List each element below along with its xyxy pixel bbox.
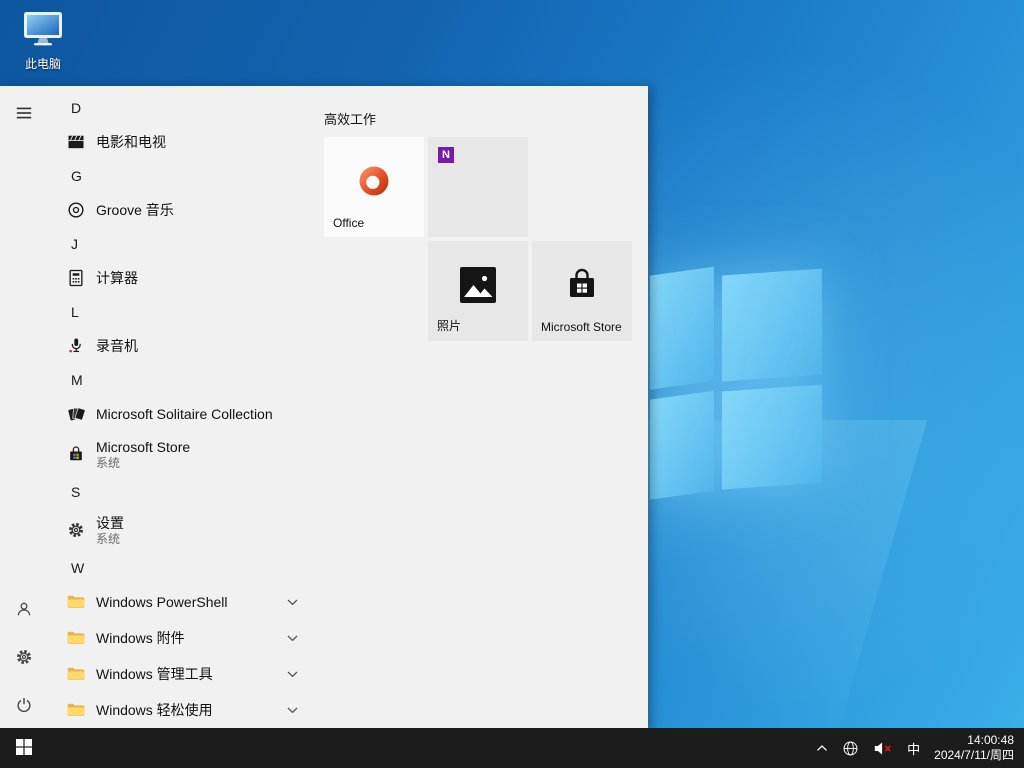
pinned-tiles-panel: 高效工作 Office N bbox=[324, 86, 640, 730]
app-section-s: S 设置 系统 bbox=[56, 476, 308, 552]
system-tray: 中 14:00:48 2024/7/11/周四 bbox=[816, 733, 1024, 763]
gear-icon bbox=[66, 520, 86, 540]
user-account-button[interactable] bbox=[0, 586, 48, 634]
folder-icon bbox=[66, 664, 86, 684]
chevron-down-icon[interactable] bbox=[287, 599, 298, 606]
solitaire-icon bbox=[66, 404, 86, 424]
app-item-settings[interactable]: 设置 系统 bbox=[56, 508, 308, 552]
start-button[interactable] bbox=[0, 728, 48, 768]
store-bag-icon bbox=[562, 266, 602, 304]
section-letter-l[interactable]: L bbox=[56, 296, 308, 328]
settings-button[interactable] bbox=[0, 634, 48, 682]
groove-music-icon bbox=[66, 200, 86, 220]
section-letter-g[interactable]: G bbox=[56, 160, 308, 192]
app-item-windows-powershell[interactable]: Windows PowerShell bbox=[56, 584, 308, 620]
clock-time: 14:00:48 bbox=[967, 733, 1014, 748]
windows-logo-pane bbox=[722, 269, 822, 382]
section-letter-j[interactable]: J bbox=[56, 228, 308, 260]
tray-overflow-chevron-icon[interactable] bbox=[816, 744, 828, 752]
gear-icon bbox=[14, 647, 34, 670]
app-item-microsoft-store[interactable]: Microsoft Store 系统 bbox=[56, 432, 308, 476]
desktop-icon-this-pc[interactable]: 此电脑 bbox=[14, 8, 72, 72]
windows-logo-icon bbox=[16, 739, 32, 758]
tile-label: Office bbox=[333, 216, 364, 230]
section-letter-m[interactable]: M bbox=[56, 364, 308, 396]
app-item-label: Microsoft Store bbox=[96, 439, 190, 456]
folder-icon bbox=[66, 700, 86, 720]
expand-menu-button[interactable] bbox=[0, 90, 48, 138]
movies-tv-icon bbox=[66, 132, 86, 152]
chevron-down-icon[interactable] bbox=[287, 707, 298, 714]
tile-office[interactable]: Office bbox=[324, 137, 424, 237]
chevron-down-icon[interactable] bbox=[287, 671, 298, 678]
app-item-label: 计算器 bbox=[96, 268, 138, 288]
app-section-m: M Microsoft Solitaire Collection bbox=[56, 364, 308, 476]
app-section-g: G Groove 音乐 bbox=[56, 160, 308, 228]
app-item-label: Windows 附件 bbox=[96, 628, 185, 648]
voice-recorder-icon bbox=[66, 336, 86, 356]
app-item-label: 设置 bbox=[96, 515, 124, 532]
app-item-windows-accessories[interactable]: Windows 附件 bbox=[56, 620, 308, 656]
taskbar: 中 14:00:48 2024/7/11/周四 bbox=[0, 728, 1024, 768]
office-icon bbox=[354, 161, 394, 201]
onenote-icon: N bbox=[438, 147, 454, 163]
tile-onenote[interactable]: N bbox=[428, 137, 528, 237]
app-item-windows-admin-tools[interactable]: Windows 管理工具 bbox=[56, 656, 308, 692]
tile-microsoft-store[interactable]: Microsoft Store bbox=[532, 241, 632, 341]
folder-icon bbox=[66, 592, 86, 612]
start-menu-rail bbox=[0, 86, 48, 730]
app-item-windows-ease-of-access[interactable]: Windows 轻松使用 bbox=[56, 692, 308, 728]
power-button[interactable] bbox=[0, 682, 48, 730]
section-letter-d[interactable]: D bbox=[56, 92, 308, 124]
windows-logo-pane bbox=[650, 391, 714, 500]
store-icon bbox=[66, 444, 86, 464]
ime-indicator[interactable]: 中 bbox=[907, 739, 920, 758]
power-icon bbox=[14, 695, 34, 718]
app-item-label: Windows PowerShell bbox=[96, 594, 228, 610]
desktop-icon-label: 此电脑 bbox=[25, 55, 61, 72]
rail-bottom-group bbox=[0, 586, 48, 730]
app-item-voice-recorder[interactable]: 录音机 bbox=[56, 328, 308, 364]
app-item-sublabel: 系统 bbox=[96, 532, 124, 546]
app-item-solitaire[interactable]: Microsoft Solitaire Collection bbox=[56, 396, 308, 432]
taskbar-clock[interactable]: 14:00:48 2024/7/11/周四 bbox=[934, 733, 1014, 763]
app-item-movies-tv[interactable]: 电影和电视 bbox=[56, 124, 308, 160]
clock-date: 2024/7/11/周四 bbox=[934, 748, 1014, 763]
app-item-groove-music[interactable]: Groove 音乐 bbox=[56, 192, 308, 228]
app-item-label: Groove 音乐 bbox=[96, 200, 174, 220]
tile-label: 照片 bbox=[437, 317, 461, 334]
calculator-icon bbox=[66, 268, 86, 288]
app-item-label: Windows 管理工具 bbox=[96, 664, 213, 684]
chevron-down-icon[interactable] bbox=[287, 635, 298, 642]
user-icon bbox=[14, 599, 34, 622]
app-item-calculator[interactable]: 计算器 bbox=[56, 260, 308, 296]
start-menu: D 电影和电视 G bbox=[0, 86, 648, 730]
folder-icon bbox=[66, 628, 86, 648]
windows-logo-pane bbox=[650, 267, 714, 390]
volume-muted-icon[interactable] bbox=[873, 741, 893, 756]
section-letter-w[interactable]: W bbox=[56, 552, 308, 584]
app-section-j: J 计算器 bbox=[56, 228, 308, 296]
windows-logo-pane bbox=[722, 385, 822, 490]
photos-icon bbox=[459, 266, 497, 304]
app-item-label: 录音机 bbox=[96, 336, 138, 356]
app-item-label: Windows 轻松使用 bbox=[96, 700, 213, 720]
app-section-l: L 录音机 bbox=[56, 296, 308, 364]
app-item-label: Microsoft Solitaire Collection bbox=[96, 406, 273, 422]
wallpaper-windows-logo bbox=[650, 262, 896, 501]
app-section-w: W Windows PowerShell bbox=[56, 552, 308, 728]
tile-photos[interactable]: 照片 bbox=[428, 241, 528, 341]
app-list: D 电影和电视 G bbox=[48, 86, 308, 730]
app-item-sublabel: 系统 bbox=[96, 456, 190, 470]
this-pc-monitor-icon bbox=[21, 8, 65, 53]
app-item-label: 电影和电视 bbox=[96, 132, 166, 152]
tile-group-title[interactable]: 高效工作 bbox=[324, 109, 376, 128]
section-letter-s[interactable]: S bbox=[56, 476, 308, 508]
network-globe-icon[interactable] bbox=[842, 740, 859, 757]
app-section-d: D 电影和电视 bbox=[56, 92, 308, 160]
tile-label: Microsoft Store bbox=[541, 320, 622, 334]
hamburger-icon bbox=[15, 104, 33, 125]
